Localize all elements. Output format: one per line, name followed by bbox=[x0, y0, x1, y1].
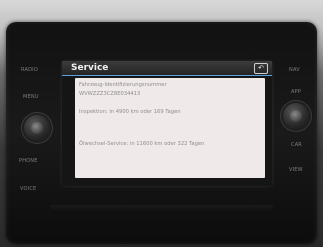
infotainment-screen: Service ↶ Fahrzeug-Identifizierungsnumme… bbox=[62, 61, 272, 186]
vin-value: WVWZZZ3CZ8E034413 bbox=[79, 91, 141, 97]
app-button[interactable]: APP bbox=[291, 89, 301, 95]
tune-knob[interactable] bbox=[283, 103, 309, 129]
vin-label: Fahrzeug-Identifizierungsnummer bbox=[79, 82, 167, 88]
volume-knob-cap bbox=[31, 122, 43, 134]
service-info-panel: Fahrzeug-Identifizierungsnummer WVWZZZ3C… bbox=[75, 78, 265, 178]
back-arrow-icon[interactable]: ↶ bbox=[254, 63, 268, 74]
menu-button[interactable]: MENU bbox=[23, 94, 39, 100]
voice-button[interactable]: VOICE bbox=[20, 186, 36, 192]
phone-button[interactable]: PHONE bbox=[19, 158, 38, 164]
car-button[interactable]: CAR bbox=[291, 142, 302, 148]
nav-button[interactable]: NAV bbox=[289, 67, 300, 73]
tune-knob-cap bbox=[290, 110, 302, 122]
radio-button[interactable]: RADIO bbox=[21, 67, 38, 73]
screen-title-bar: Service ↶ bbox=[62, 61, 272, 76]
page-title: Service bbox=[71, 63, 109, 73]
oil-service-text: Ölwechsel-Service: in 11600 km oder 322 … bbox=[79, 141, 205, 147]
volume-knob[interactable] bbox=[24, 115, 50, 141]
view-button[interactable]: VIEW bbox=[289, 167, 303, 173]
bottom-trim bbox=[50, 205, 273, 213]
inspection-text: Inspektion: in 4900 km oder 169 Tagen bbox=[79, 109, 181, 115]
